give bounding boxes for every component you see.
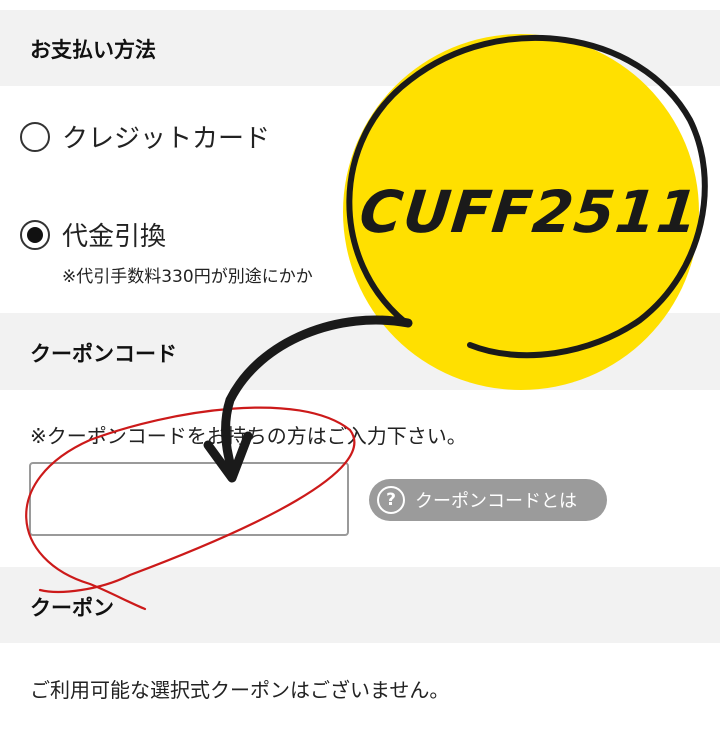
radio-selected-dot (27, 226, 43, 243)
cod-fee-note: ※代引手数料330円が別途にかか (62, 267, 313, 287)
no-coupons-message: ご利用可能な選択式クーポンはございません。 (30, 678, 450, 702)
payment-method-title: お支払い方法 (30, 38, 156, 62)
coupon-code-header: クーポンコード (0, 313, 720, 390)
radio-cod[interactable] (20, 219, 50, 250)
payment-option-credit-card[interactable]: クレジットカード (20, 118, 270, 155)
coupon-code-title: クーポンコード (30, 342, 177, 366)
question-icon: ? (377, 486, 405, 514)
credit-card-label: クレジットカード (62, 124, 271, 154)
coupons-title: クーポン (30, 596, 114, 620)
payment-option-cod[interactable]: 代金引換 (20, 216, 166, 253)
radio-credit-card[interactable] (20, 121, 50, 152)
coupon-code-help-label: クーポンコードとは (415, 491, 577, 512)
cod-label: 代金引換 (62, 222, 167, 252)
coupon-code-help-button[interactable]: ? クーポンコードとは (369, 479, 607, 521)
payment-method-header: お支払い方法 (0, 10, 720, 86)
coupons-header: クーポン (0, 567, 720, 643)
coupon-code-input[interactable] (29, 462, 349, 536)
coupon-code-instruction: ※クーポンコードをお持ちの方はご入力下さい。 (30, 424, 467, 448)
coupon-code-sticker-text: CUFF2511 (356, 178, 702, 246)
